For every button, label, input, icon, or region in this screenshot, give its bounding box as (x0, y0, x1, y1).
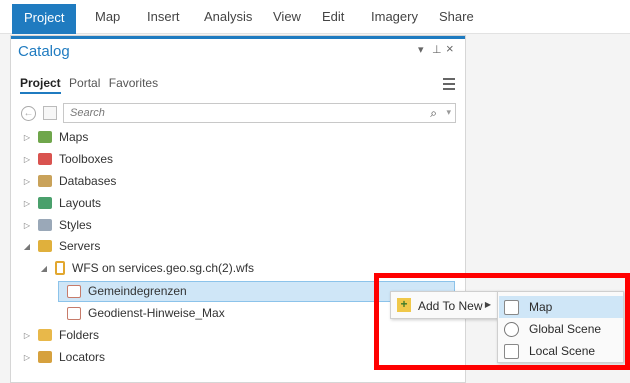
tree-label: Gemeindegrenzen (88, 284, 187, 298)
feature-class-icon (67, 306, 81, 320)
collapse-icon[interactable]: ◢ (39, 264, 49, 273)
annotation-highlight-box (374, 273, 630, 370)
expand-icon[interactable]: ▷ (22, 155, 32, 164)
tree-item-maps[interactable]: ▷ Maps (22, 127, 88, 147)
toolbox-icon (38, 153, 52, 165)
tree-label: Servers (59, 239, 101, 253)
tree-item-geodienst[interactable]: Geodienst-Hinweise_Max (67, 303, 225, 323)
subtab-favorites[interactable]: Favorites (109, 76, 158, 90)
tree-label: Locators (59, 350, 106, 364)
collapse-icon[interactable]: ◢ (22, 242, 32, 251)
style-icon (38, 219, 52, 231)
expand-icon[interactable]: ▷ (22, 353, 32, 362)
subtab-portal[interactable]: Portal (69, 76, 100, 90)
tree-label: Maps (59, 130, 89, 144)
wfs-server-icon (55, 261, 65, 275)
folder-icon (38, 329, 52, 341)
tree-item-toolboxes[interactable]: ▷ Toolboxes (22, 149, 113, 169)
tree-label: Toolboxes (59, 152, 114, 166)
tab-view[interactable]: View (273, 9, 301, 24)
back-icon[interactable]: ← (21, 106, 36, 121)
tree-label: Layouts (59, 196, 102, 210)
tree-item-styles[interactable]: ▷ Styles (22, 215, 92, 235)
expand-icon[interactable]: ▷ (22, 177, 32, 186)
tab-insert[interactable]: Insert (147, 9, 180, 24)
server-icon (38, 240, 52, 252)
database-icon (38, 175, 52, 187)
tab-project[interactable]: Project (12, 4, 77, 34)
maps-folder-icon (38, 131, 52, 143)
tree-item-layouts[interactable]: ▷ Layouts (22, 193, 101, 213)
tree-item-folders[interactable]: ▷ Folders (22, 325, 99, 345)
tree-label: WFS on services.geo.sg.ch(2).wfs (72, 261, 255, 275)
tree-item-locators[interactable]: ▷ Locators (22, 347, 105, 367)
tab-map[interactable]: Map (95, 9, 120, 24)
search-input[interactable]: Search ⌕ ▾ (63, 103, 456, 123)
layout-icon (38, 197, 52, 209)
search-icon[interactable]: ⌕ (430, 106, 437, 121)
tab-share[interactable]: Share (439, 9, 474, 24)
menu-icon[interactable] (443, 78, 455, 93)
tree-label: Folders (59, 328, 100, 342)
tree-label: Styles (59, 218, 92, 232)
expand-icon[interactable]: ▷ (22, 331, 32, 340)
pane-options-icon[interactable]: ▾ (418, 43, 424, 56)
tree-label: Databases (59, 174, 117, 188)
pane-accent-line (11, 36, 465, 39)
feature-class-icon (67, 284, 81, 298)
expand-icon[interactable]: ▷ (22, 133, 32, 142)
catalog-subtabs: Project Portal Favorites (20, 76, 163, 94)
subtab-project[interactable]: Project (20, 76, 61, 94)
pin-icon[interactable]: ⊥ (432, 43, 442, 56)
tab-edit[interactable]: Edit (322, 9, 344, 24)
locator-icon (38, 351, 52, 363)
tree-item-wfs[interactable]: ◢ WFS on services.geo.sg.ch(2).wfs (39, 258, 254, 278)
chevron-down-icon[interactable]: ▾ (446, 107, 451, 118)
tree-item-servers[interactable]: ◢ Servers (22, 236, 100, 256)
tree-item-databases[interactable]: ▷ Databases (22, 171, 116, 191)
home-icon[interactable] (43, 106, 57, 120)
tab-analysis[interactable]: Analysis (204, 9, 252, 24)
tab-imagery[interactable]: Imagery (371, 9, 418, 24)
search-placeholder: Search (70, 107, 105, 119)
ribbon-tabs: Project Map Insert Analysis View Edit Im… (0, 0, 630, 34)
tree-item-gemeindegrenzen[interactable]: Gemeindegrenzen (67, 281, 187, 301)
expand-icon[interactable]: ▷ (22, 199, 32, 208)
close-icon[interactable]: × (446, 41, 454, 56)
catalog-title: Catalog (18, 43, 70, 60)
expand-icon[interactable]: ▷ (22, 221, 32, 230)
tree-label: Geodienst-Hinweise_Max (88, 306, 225, 320)
